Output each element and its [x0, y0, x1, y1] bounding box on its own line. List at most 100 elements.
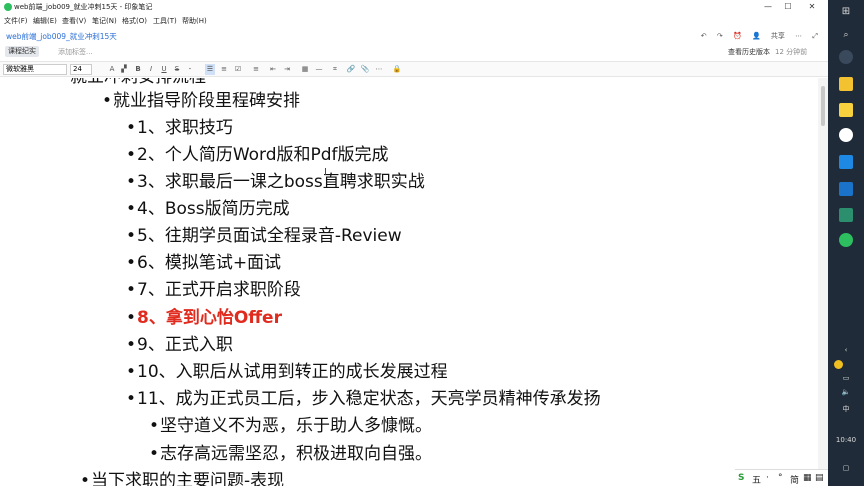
attachment-icon[interactable]: 📎 [360, 64, 370, 75]
numbered-list-icon[interactable]: ≡ [219, 64, 229, 75]
list-bullet: • [126, 335, 137, 355]
font-size-select[interactable]: 24 [70, 64, 92, 75]
ime-menu[interactable]: ▤ [815, 473, 824, 483]
add-tag-input[interactable]: 添加标签... [58, 47, 93, 57]
ime-logo-icon: S [738, 473, 745, 483]
note-editor[interactable]: • 就业冲刺安排流程 • 就业指导阶段里程碑安排 • 1、求职技巧 • 2、个人… [0, 78, 818, 486]
note-title[interactable]: web前端_job009_就业冲刺15天 [6, 31, 117, 42]
tag-bar: 课程纪实 添加标签... 查看历史版本 12 分钟前 [0, 45, 828, 59]
menu-help[interactable]: 帮助(H) [182, 16, 207, 26]
indent-icon[interactable]: ⇥ [282, 64, 292, 75]
redo-icon[interactable]: ↷ [717, 32, 723, 40]
share-button[interactable]: 共享 [771, 32, 785, 40]
windows-start-icon[interactable]: ⊞ [828, 6, 864, 17]
list-bullet: • [80, 471, 91, 486]
bullet-list-icon[interactable]: ☰ [205, 64, 215, 75]
file-explorer-icon[interactable] [839, 77, 853, 91]
sticky-notes-icon[interactable] [839, 103, 853, 117]
sogou-app-icon[interactable] [839, 50, 853, 64]
list-bullet: • [149, 444, 160, 464]
menu-note[interactable]: 笔记(N) [92, 16, 117, 26]
format-toolbar: 微软雅黑 24 A ▞ B I U S ꞏ ☰ ≡ ☑ ≡ ⇤ ⇥ ▦ — ⌗ … [0, 61, 828, 77]
list-bullet: • [126, 280, 137, 300]
evernote-logo-icon [4, 3, 12, 11]
share-icon[interactable]: 👤 [752, 32, 761, 40]
ime-language-indicator[interactable]: 中 [828, 404, 864, 414]
lock-icon[interactable]: 🔒 [392, 64, 402, 75]
ime-punct[interactable]: · [766, 473, 769, 483]
list-item: 1、求职技巧 [137, 118, 233, 138]
font-family-select[interactable]: 微软雅黑 [3, 64, 67, 75]
more-format-icon[interactable]: ⋯ [374, 64, 384, 75]
align-icon[interactable]: ≡ [251, 64, 261, 75]
saved-time: 12 分钟前 [775, 48, 808, 56]
tray-expand-icon[interactable]: ‹ [828, 346, 864, 354]
note-header: web前端_job009_就业冲刺15天 ↶ ↷ ⏰ 👤 共享 ⋯ ⤢ [0, 27, 828, 45]
list-item: 10、入职后从试用到转正的成长发展过程 [137, 362, 448, 382]
sub-list-item: 坚守道义不为恶，乐于助人多慷慨。 [160, 416, 432, 436]
ime-mode[interactable]: 五 [752, 473, 761, 486]
list-bullet: • [126, 199, 137, 219]
app-icon-blue-2[interactable] [839, 182, 853, 196]
list-item: 4、Boss版简历完成 [137, 199, 290, 219]
list-item: 5、往期学员面试全程录音-Review [137, 226, 402, 246]
divider-icon[interactable]: — [314, 64, 324, 75]
editor-scrollbar[interactable] [818, 78, 828, 486]
ime-toolbar[interactable]: S 五 · ° 简 ▦ ▤ [735, 469, 828, 486]
menu-file[interactable]: 文件(F) [4, 16, 28, 26]
menu-format[interactable]: 格式(O) [122, 16, 147, 26]
list-item-partial-top: 就业冲刺安排流程 [70, 78, 206, 88]
list-bullet: • [149, 416, 160, 436]
menu-view[interactable]: 查看(V) [62, 16, 86, 26]
list-bullet: • [126, 308, 137, 328]
scrollbar-thumb[interactable] [821, 86, 825, 126]
chrome-icon[interactable] [839, 128, 853, 142]
code-icon[interactable]: ⌗ [330, 64, 340, 75]
system-clock[interactable]: 10:40 [828, 436, 864, 444]
expand-icon[interactable]: ⤢ [812, 32, 818, 40]
strikethrough-icon[interactable]: S [172, 64, 182, 75]
title-bar: web前端_job009_就业冲刺15天 - 印象笔记 — ☐ ✕ [0, 0, 828, 14]
windows-taskbar: ⊞ ⌕ ‹ ▭ 🔈 中 10:40 ▢ [828, 0, 864, 486]
reminder-icon[interactable]: ⏰ [733, 32, 742, 40]
history-link[interactable]: 查看历史版本 [728, 47, 770, 57]
list-bullet: • [126, 118, 137, 138]
menu-bar: 文件(F) 编辑(E) 查看(V) 笔记(N) 格式(O) 工具(T) 帮助(H… [0, 14, 828, 26]
link-icon[interactable]: 🔗 [346, 64, 356, 75]
window-title: web前端_job009_就业冲刺15天 - 印象笔记 [14, 3, 153, 11]
list-item: 6、模拟笔试+面试 [137, 253, 282, 273]
list-item-partial-bottom: 当下求职的主要问题-表现 [91, 471, 285, 486]
text-color-icon[interactable]: A [107, 64, 117, 75]
checkbox-icon[interactable]: ☑ [233, 64, 243, 75]
tray-app-icon[interactable] [834, 360, 843, 369]
menu-edit[interactable]: 编辑(E) [33, 16, 57, 26]
underline-icon[interactable]: U [159, 64, 169, 75]
evernote-taskbar-icon[interactable] [839, 233, 853, 247]
volume-icon[interactable]: 🔈 [828, 388, 864, 396]
undo-icon[interactable]: ↶ [701, 32, 707, 40]
notebook-tag[interactable]: 课程纪实 [5, 46, 39, 57]
more-icon[interactable]: ⋯ [795, 32, 802, 40]
list-item: 2、个人简历Word版和Pdf版完成 [137, 145, 389, 165]
app-icon-blue[interactable] [839, 155, 853, 169]
clear-format-icon[interactable]: ꞏ [185, 64, 195, 75]
list-bullet: • [102, 91, 113, 111]
bold-icon[interactable]: B [133, 64, 143, 75]
ime-width[interactable]: ° [778, 473, 783, 483]
list-item: 9、正式入职 [137, 335, 233, 355]
menu-tools[interactable]: 工具(T) [153, 16, 177, 26]
table-icon[interactable]: ▦ [300, 64, 310, 75]
ime-script[interactable]: 简 [790, 473, 799, 486]
network-icon[interactable]: ▭ [828, 374, 864, 382]
app-icon-green[interactable] [839, 208, 853, 222]
notification-icon[interactable]: ▢ [828, 464, 864, 472]
search-icon[interactable]: ⌕ [828, 30, 864, 40]
maximize-button[interactable]: ☐ [776, 1, 800, 13]
close-button[interactable]: ✕ [800, 1, 824, 13]
ime-keyboard[interactable]: ▦ [803, 473, 812, 483]
outdent-icon[interactable]: ⇤ [268, 64, 278, 75]
list-bullet: • [126, 226, 137, 246]
highlight-icon[interactable]: ▞ [119, 64, 129, 75]
list-item-level1: 就业指导阶段里程碑安排 [113, 91, 300, 111]
italic-icon[interactable]: I [146, 64, 156, 75]
